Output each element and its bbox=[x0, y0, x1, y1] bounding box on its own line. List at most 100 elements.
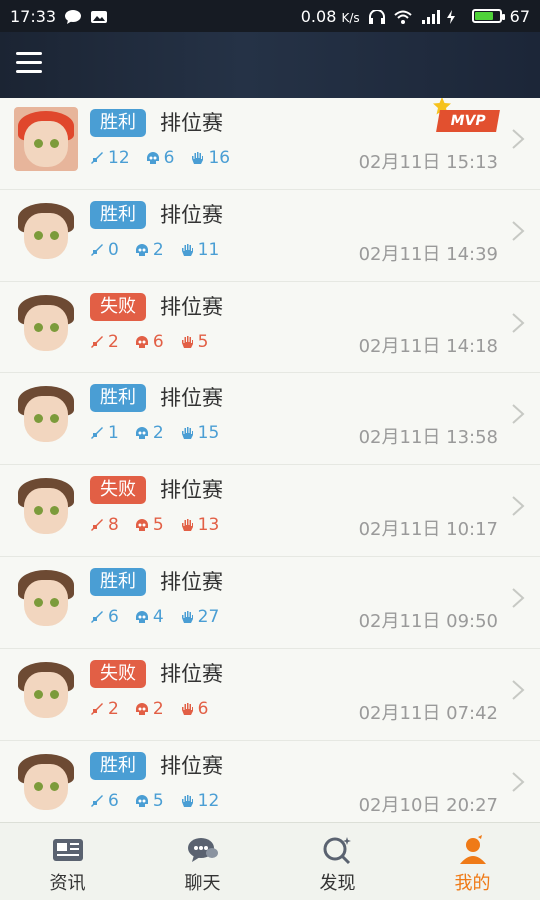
match-row[interactable]: 失败 排位赛 8 5 13 02月11日 10:17 bbox=[0, 465, 540, 557]
skull-icon bbox=[135, 427, 148, 440]
kills-stat: 6 bbox=[90, 607, 119, 627]
match-stats: 2 2 6 bbox=[90, 699, 224, 719]
hand-icon bbox=[192, 152, 204, 164]
chevron-right-icon bbox=[512, 771, 525, 792]
hero-avatar bbox=[14, 107, 78, 171]
wifi-icon bbox=[393, 9, 412, 24]
hero-avatar bbox=[14, 658, 78, 722]
assists-stat: 11 bbox=[180, 240, 219, 260]
kills-stat: 2 bbox=[90, 332, 119, 352]
news-icon bbox=[52, 839, 83, 861]
chevron-right-icon bbox=[512, 312, 525, 333]
match-row[interactable]: 胜利 排位赛 6 4 27 02月11日 09:50 bbox=[0, 556, 540, 649]
match-row[interactable]: 胜利 排位赛 1 2 15 02月11日 13:58 bbox=[0, 373, 540, 466]
kills-stat: 1 bbox=[90, 423, 119, 443]
deaths-stat: 6 bbox=[146, 148, 174, 168]
chevron-right-icon bbox=[512, 404, 525, 425]
sword-icon bbox=[91, 243, 103, 256]
result-badge: 失败 bbox=[90, 659, 146, 688]
deaths-stat: 6 bbox=[135, 332, 164, 352]
assists-stat: 12 bbox=[180, 791, 219, 811]
match-row[interactable]: 胜利 排位赛 0 2 11 02月11日 14:39 bbox=[0, 189, 540, 282]
assists-stat: 16 bbox=[190, 148, 230, 168]
message-icon bbox=[64, 9, 82, 24]
hand-icon bbox=[181, 519, 193, 532]
tab-news[interactable]: 资讯 bbox=[0, 823, 135, 900]
tab-label: 我的 bbox=[454, 873, 491, 894]
result-badge: 胜利 bbox=[90, 567, 146, 596]
hand-icon bbox=[181, 427, 193, 440]
tab-label: 聊天 bbox=[184, 873, 221, 894]
hand-icon bbox=[181, 702, 193, 715]
match-time: 02月11日 14:18 bbox=[358, 335, 498, 357]
hand-icon bbox=[181, 243, 193, 256]
kills-stat: 6 bbox=[90, 791, 119, 811]
match-time: 02月11日 09:50 bbox=[358, 610, 498, 632]
hero-avatar bbox=[14, 566, 78, 630]
match-row[interactable]: 失败 排位赛 2 2 6 02月11日 07:42 bbox=[0, 648, 540, 741]
result-badge: 胜利 bbox=[90, 384, 146, 413]
assists-stat: 5 bbox=[180, 332, 208, 352]
chat-icon bbox=[187, 838, 218, 862]
match-stats: 6 5 12 bbox=[90, 791, 235, 811]
assists-stat: 27 bbox=[180, 607, 219, 627]
deaths-stat: 4 bbox=[135, 607, 164, 627]
profile-icon bbox=[459, 835, 486, 864]
hero-avatar bbox=[14, 382, 78, 446]
kills-stat: 0 bbox=[90, 240, 119, 260]
tab-label: 资讯 bbox=[49, 873, 86, 894]
deaths-stat: 2 bbox=[135, 240, 164, 260]
match-stats: 0 2 11 bbox=[90, 240, 235, 260]
match-stats: 6 4 27 bbox=[90, 607, 235, 627]
result-badge: 失败 bbox=[90, 476, 146, 505]
deaths-stat: 2 bbox=[135, 699, 164, 719]
skull-icon bbox=[135, 610, 148, 623]
tab-discover[interactable]: 发现 bbox=[270, 823, 405, 900]
hero-avatar bbox=[14, 750, 78, 814]
tab-profile[interactable]: 我的 bbox=[405, 823, 540, 900]
match-time: 02月11日 14:39 bbox=[358, 243, 498, 265]
tab-label: 发现 bbox=[319, 873, 356, 894]
hamburger-icon bbox=[16, 52, 42, 55]
battery-level: 67 bbox=[509, 6, 530, 26]
match-stats: 8 5 13 bbox=[90, 515, 235, 535]
match-stats: 12 6 16 bbox=[90, 148, 246, 168]
match-time: 02月11日 15:13 bbox=[358, 152, 498, 173]
deaths-stat: 5 bbox=[135, 515, 164, 535]
deaths-stat: 2 bbox=[135, 423, 164, 443]
match-mode: 排位赛 bbox=[160, 202, 223, 227]
skull-icon bbox=[135, 794, 148, 807]
battery-icon bbox=[471, 9, 505, 23]
app-header bbox=[0, 32, 540, 98]
match-stats: 2 6 5 bbox=[90, 332, 224, 352]
chevron-right-icon bbox=[512, 221, 525, 241]
sword-icon bbox=[91, 794, 103, 807]
match-history-list: 胜利 排位赛 12 6 16 02月11日 15:13 MVP 胜利 排位赛 0… bbox=[0, 98, 540, 822]
sword-icon bbox=[91, 427, 103, 440]
match-time: 02月11日 07:42 bbox=[358, 702, 498, 724]
chevron-right-icon bbox=[512, 680, 525, 700]
match-mode: 排位赛 bbox=[160, 753, 223, 778]
hero-avatar bbox=[14, 474, 78, 538]
chevron-right-icon bbox=[512, 588, 525, 608]
match-row[interactable]: 胜利 排位赛 6 5 12 02月10日 20:27 bbox=[0, 740, 540, 822]
hero-avatar bbox=[14, 291, 78, 355]
match-mode: 排位赛 bbox=[160, 569, 223, 594]
match-mode: 排位赛 bbox=[160, 294, 223, 319]
match-row[interactable]: 胜利 排位赛 12 6 16 02月11日 15:13 MVP bbox=[0, 98, 540, 190]
tab-chat[interactable]: 聊天 bbox=[135, 823, 270, 900]
hero-avatar bbox=[14, 199, 78, 263]
hand-icon bbox=[181, 610, 193, 623]
match-row[interactable]: 失败 排位赛 2 6 5 02月11日 14:18 bbox=[0, 281, 540, 374]
discover-icon bbox=[323, 837, 351, 865]
match-mode: 排位赛 bbox=[160, 661, 223, 686]
deaths-stat: 5 bbox=[135, 791, 164, 811]
match-mode: 排位赛 bbox=[160, 478, 223, 503]
kills-stat: 12 bbox=[90, 148, 130, 168]
chevron-right-icon bbox=[512, 129, 525, 149]
skull-icon bbox=[135, 702, 148, 715]
match-stats: 1 2 15 bbox=[90, 423, 235, 443]
charging-icon bbox=[446, 9, 464, 24]
assists-stat: 13 bbox=[180, 515, 219, 535]
menu-button[interactable] bbox=[16, 52, 42, 76]
